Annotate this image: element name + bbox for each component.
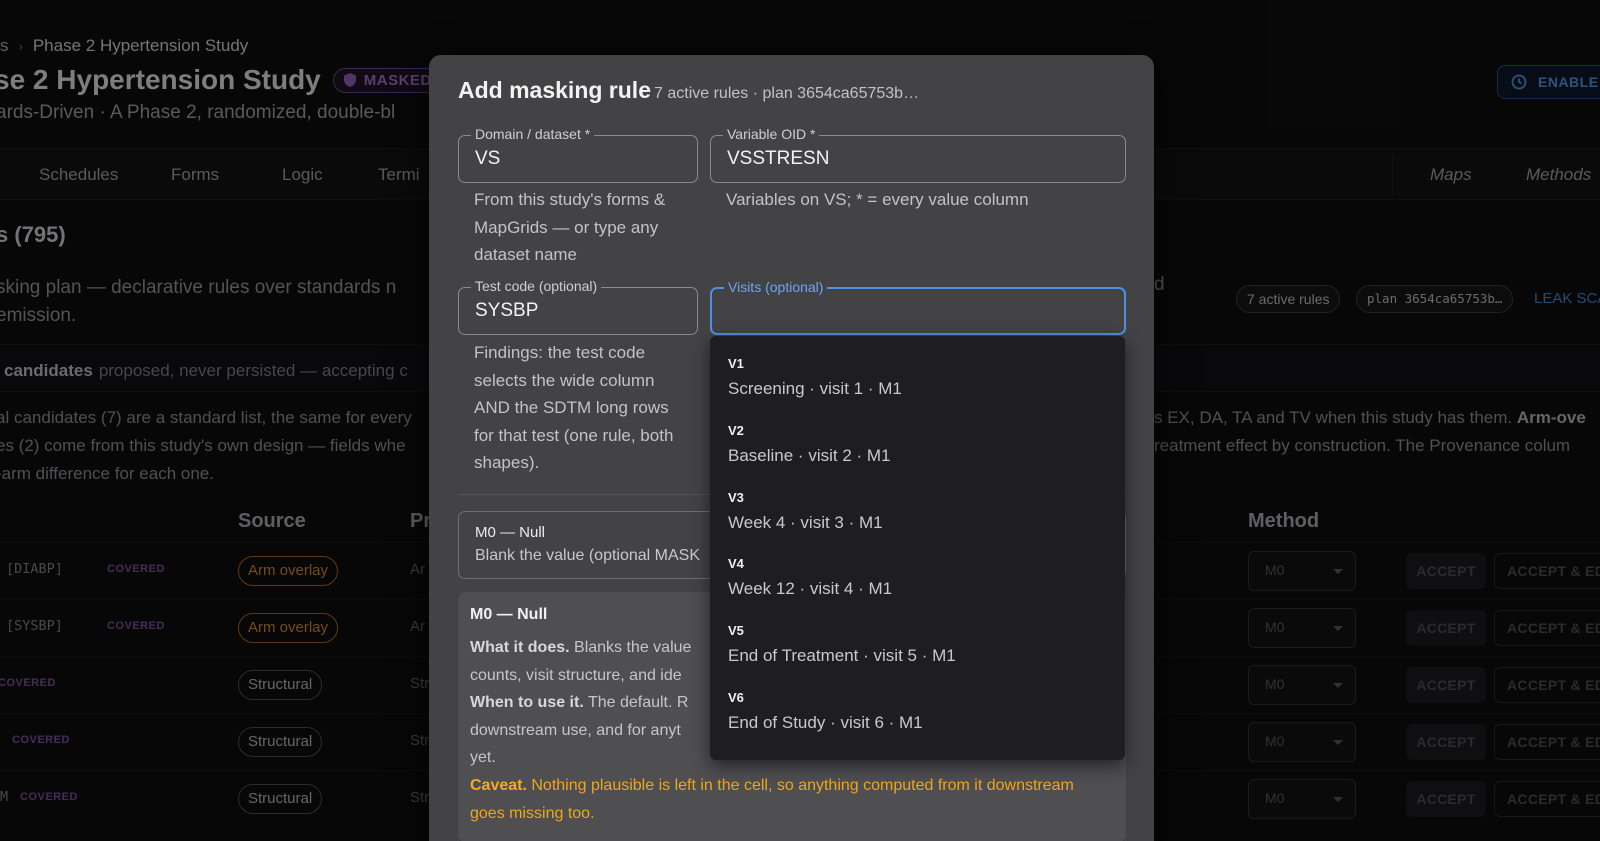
variable-helper: Variables on VS; * = every value column (726, 190, 1029, 209)
info-heading: M0 — Null (470, 606, 548, 623)
domain-field-label: Domain / dataset * (471, 126, 595, 142)
variable-oid-label: Variable OID * (723, 126, 820, 142)
visit-option-v6[interactable]: V6 End of Study · visit 6 · M1 (728, 690, 923, 733)
test-code-field[interactable]: Test code (optional) SYSBP (458, 278, 698, 335)
visit-option-v4[interactable]: V4 Week 12 · visit 4 · M1 (728, 556, 892, 599)
variable-oid-field[interactable]: Variable OID * VSSTRESN (710, 126, 1126, 183)
domain-field[interactable]: Domain / dataset * VS (458, 126, 698, 183)
visits-label: Visits (optional) (724, 279, 828, 295)
domain-helper: From this study's forms & MapGrids — or … (474, 190, 666, 264)
variable-oid-value[interactable]: VSSTRESN (727, 148, 829, 170)
test-code-label: Test code (optional) (471, 278, 602, 294)
test-code-value[interactable]: SYSBP (475, 300, 538, 322)
domain-field-value[interactable]: VS (475, 148, 500, 170)
visits-dropdown: V1 Screening · visit 1 · M1 V2 Baseline … (710, 336, 1125, 760)
visit-option-v3[interactable]: V3 Week 4 · visit 3 · M1 (728, 490, 883, 533)
visit-option-v2[interactable]: V2 Baseline · visit 2 · M1 (728, 423, 891, 466)
visits-field[interactable]: Visits (optional) (710, 279, 1126, 335)
dialog-title: Add masking rule (458, 77, 651, 103)
info-caveat: Caveat. Nothing plausible is left in the… (470, 777, 1074, 822)
method-name: M0 — Null (475, 524, 546, 541)
method-desc: Blank the value (optional MASK (475, 547, 701, 564)
dialog-meta: 7 active rules · plan 3654ca65753b… (654, 85, 920, 102)
visit-option-v5[interactable]: V5 End of Treatment · visit 5 · M1 (728, 623, 956, 666)
test-code-helper: Findings: the test code selects the wide… (474, 343, 674, 472)
visit-option-v1[interactable]: V1 Screening · visit 1 · M1 (728, 356, 902, 399)
